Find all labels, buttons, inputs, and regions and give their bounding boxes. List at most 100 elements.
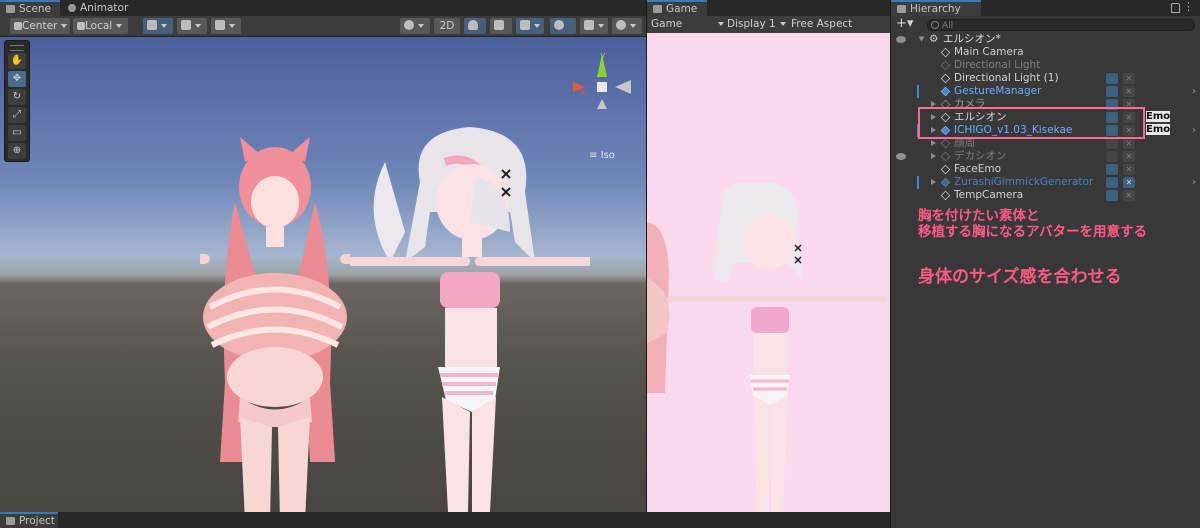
pivot-space-dropdown[interactable]: Local [73,18,128,34]
chevron-down-icon [534,24,540,28]
annotation-line-1: 胸を付けたい素体と [918,208,1040,224]
projection-label[interactable]: ≡ Iso [589,150,615,161]
hierarchy-item-face-emo[interactable]: FaceEmo ✕ [891,163,1200,176]
hierarchy-item-zurashi-gimmick[interactable]: ZurashiGimmickGenerator ✕ › [891,176,1200,189]
lighting-toggle[interactable] [464,18,486,34]
scene-visibility-icon[interactable] [1106,73,1118,84]
chevron-down-icon [779,22,786,26]
tab-scene[interactable]: Scene [0,0,60,16]
rotate-tool-button[interactable]: ↻ [8,89,26,105]
avatar-left-figure[interactable] [200,132,350,512]
svg-text:y: y [600,51,606,61]
hierarchy-list-icon [897,5,906,13]
scene-visibility-toggle[interactable] [550,18,576,34]
aspect-label: Free Aspect [791,18,853,30]
pickability-icon[interactable]: ✕ [1123,164,1135,175]
speaker-icon [494,20,504,30]
pickability-icon[interactable]: ✕ [1123,73,1135,84]
create-button[interactable]: +▾ [896,16,913,31]
tab-project[interactable]: Project [0,512,58,528]
gamepad-icon [653,5,662,13]
chevron-down-icon [718,22,725,26]
tab-hierarchy-label: Hierarchy [910,3,961,15]
pivot-mode-label: Center [22,20,58,32]
scale-tool-button[interactable]: ⤢ [8,107,26,123]
hierarchy-item-temp-camera[interactable]: TempCamera ✕ [891,189,1200,202]
overlay-grip-icon[interactable] [10,45,24,51]
gizmos-button[interactable] [612,18,642,34]
chevron-right-icon[interactable]: › [1192,176,1196,189]
hierarchy-search-input[interactable]: All [927,19,1195,31]
scene-visibility-icon[interactable] [1106,151,1118,162]
hierarchy-item-directional-light[interactable]: Directional Light [891,59,1200,72]
hidden-eye-icon[interactable] [896,153,906,160]
pivot-mode-dropdown[interactable]: Center [10,18,70,34]
scene-visibility-icon[interactable] [1106,190,1118,201]
pickability-icon[interactable]: ✕ [1123,190,1135,201]
tab-hierarchy[interactable]: Hierarchy [891,0,981,16]
grid-icon [147,20,157,30]
hierarchy-item-directional-light-1[interactable]: Directional Light (1) ✕ [891,72,1200,85]
unity-scene-icon: ⚙ [929,33,939,45]
hand-tool-button[interactable]: ✋ [8,53,26,69]
chevron-down-icon [598,24,604,28]
item-label: FaceEmo [954,163,1002,175]
annotation-instruction: 胸を付けたい素体と 移植する胸になるアバターを用意する [918,208,1147,240]
effects-icon [520,20,530,30]
item-label: GestureManager [954,85,1042,97]
scene-visibility-icon[interactable] [1106,164,1118,175]
effects-toggle[interactable] [516,18,544,34]
expand-arrow-icon[interactable] [918,36,925,42]
more-options-icon[interactable]: ⋮ [1183,0,1194,13]
hierarchy-item-main-camera[interactable]: Main Camera [891,46,1200,59]
lock-icon[interactable] [1171,3,1180,13]
item-label: Directional Light (1) [954,72,1059,84]
gameobject-icon [940,164,951,175]
game-viewport[interactable] [647,33,890,512]
visibility-eye-icon[interactable] [896,36,906,43]
scene-viewport[interactable]: ✋ ✥ ↻ ⤢ ▭ ⊕ x y ≡ Iso [0,37,646,512]
align-button[interactable] [211,18,241,34]
orientation-gizmo[interactable]: x y [565,49,631,139]
chevron-right-icon[interactable]: › [1192,124,1196,137]
transform-tool-button[interactable]: ⊕ [8,143,26,159]
scene-visibility-icon[interactable] [1106,138,1118,149]
grid-snap-button[interactable] [143,18,173,34]
expand-arrow-icon[interactable] [931,153,936,159]
scene-root-row[interactable]: ⚙ エルシオン* [891,33,1200,46]
game-mode-dropdown[interactable]: Game [651,16,725,33]
avatar-right-figure[interactable] [350,122,590,512]
display-dropdown[interactable]: Display 1 [727,16,786,33]
gameobject-icon [940,190,951,201]
override-stripe [917,176,919,189]
tab-game[interactable]: Game [647,0,707,16]
shading-mode-button[interactable] [400,18,430,34]
pickability-icon[interactable]: ✕ [1123,138,1135,149]
game-mode-label: Game [651,18,683,30]
increment-snap-button[interactable] [177,18,207,34]
rect-tool-button[interactable]: ▭ [8,125,26,141]
tab-animator[interactable]: Animator [62,0,134,16]
hierarchy-item-dekasion[interactable]: デカシオン ✕ [891,150,1200,163]
scene-visibility-icon[interactable] [1106,86,1118,97]
toggle-2d-button[interactable]: 2D [434,18,460,34]
tab-animator-label: Animator [80,2,129,14]
hierarchy-item-gesture-manager[interactable]: GestureManager ✕ › [891,85,1200,98]
audio-toggle[interactable] [490,18,512,34]
scene-visibility-icon[interactable] [1106,177,1118,188]
camera-settings-button[interactable] [580,18,608,34]
game-avatar-figures [647,183,887,512]
projection-icon: ≡ [589,150,601,161]
expand-arrow-icon[interactable] [931,140,936,146]
pickability-icon[interactable]: ✕ [1123,86,1135,97]
expand-arrow-icon[interactable] [931,179,936,185]
move-tool-button[interactable]: ✥ [8,71,26,87]
prefab-icon [940,86,951,97]
scene-tools-overlay: ✋ ✥ ↻ ⤢ ▭ ⊕ [4,40,30,162]
chevron-right-icon[interactable]: › [1192,85,1196,98]
pickability-icon[interactable]: ✕ [1123,177,1135,188]
aspect-dropdown[interactable]: Free Aspect [791,16,852,33]
scene-name-label: エルシオン* [943,33,1001,45]
pickability-icon[interactable]: ✕ [1123,151,1135,162]
emo-badge: Emo [1146,111,1171,122]
